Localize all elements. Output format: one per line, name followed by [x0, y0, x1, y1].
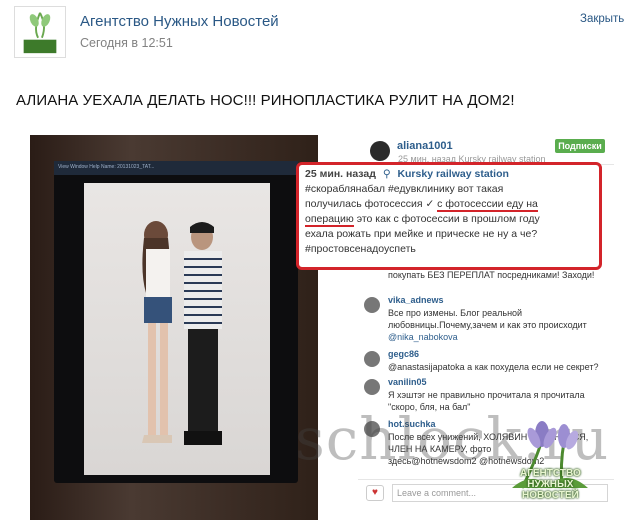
comment-line: любовницы.Почему,зачем и как это происхо… — [388, 320, 587, 330]
subscribe-button[interactable]: Подписки — [555, 139, 605, 153]
caption-meta-row: 25 мин. назад ⚲ Kursky railway station — [305, 167, 593, 182]
caption-line-2a: получилась фотосессия ✓ — [305, 198, 435, 210]
caption-location[interactable]: Kursky railway station — [397, 168, 508, 180]
highlighted-caption: 25 мин. назад ⚲ Kursky railway station #… — [296, 162, 602, 270]
logo-line: НУЖНЫХ — [527, 479, 574, 490]
caption-line-3b: это как с фотосессии в прошлом году — [356, 213, 540, 225]
publisher-logo-icon — [15, 7, 65, 57]
comment-line: Я хэштэг не правильно прочитала я прочит… — [388, 390, 585, 400]
comment-body: покупать БЕЗ ПЕРЕПЛАТ посредниками! Захо… — [388, 270, 595, 280]
publisher-name[interactable]: Агентство Нужных Новостей — [80, 13, 279, 30]
commenter-avatar[interactable] — [364, 297, 380, 313]
photoshoot-image — [84, 183, 270, 475]
caption-line-3: операцию это как с фотосессии в прошлом … — [305, 212, 593, 227]
caption-line-5: #простовсенадоуспеть — [305, 243, 416, 255]
photo-background: View Window Help Name: 20131023_TAT... — [30, 135, 318, 520]
commenter-avatar[interactable] — [364, 379, 380, 395]
caption-line-2b: с фотосессии еду на — [437, 198, 538, 212]
heart-icon[interactable]: ♥ — [366, 485, 384, 501]
commenter-name[interactable]: vanilin05 — [388, 377, 427, 387]
agency-logo-text: АГЕНТСТВО НУЖНЫХ НОВОСТЕЙ — [520, 468, 581, 501]
caption-time: 25 мин. назад — [305, 168, 376, 180]
publisher-avatar[interactable] — [14, 6, 66, 58]
caption-line-2: получилась фотосессия ✓ с фотосессии еду… — [305, 197, 593, 212]
monitor-screen: View Window Help Name: 20131023_TAT... — [54, 161, 298, 483]
caption-line-3a: операцию — [305, 213, 354, 227]
instagram-username[interactable]: aliana1001 — [397, 140, 453, 152]
logo-line: АГЕНТСТВО — [520, 468, 581, 479]
logo-line: НОВОСТЕЙ — [522, 490, 579, 501]
post-header: Агентство Нужных Новостей Сегодня в 12:5… — [0, 0, 633, 72]
post-title: АЛИАНА УЕХАЛА ДЕЛАТЬ НОС!!! РИНОПЛАСТИКА… — [16, 92, 515, 109]
instagram-avatar[interactable] — [370, 141, 390, 161]
comment-body: @anastasijapatoka а как похудела если не… — [388, 362, 599, 372]
caption-line-4: ехала рожать при мейке и прическе не ну … — [305, 228, 538, 240]
close-button[interactable]: Закрыть — [580, 13, 624, 25]
commenter-name[interactable]: vika_adnews — [388, 295, 444, 305]
comment-line: Все про измены. Блог реальной — [388, 308, 523, 318]
location-pin-icon: ⚲ — [382, 168, 391, 180]
comment-mention-link[interactable]: @nika_nabokova — [388, 331, 587, 343]
instagram-header: aliana1001 25 мин. назад Kursky railway … — [318, 135, 614, 165]
caption-line-1: #скораблянабал #едувклинику вот такая — [305, 183, 504, 195]
commenter-name[interactable]: gegc86 — [388, 349, 419, 359]
couple-figure-icon — [142, 221, 222, 445]
comment-body: Все про измены. Блог реальной любовницы.… — [388, 307, 587, 343]
monitor-menu-bar: View Window Help Name: 20131023_TAT... — [54, 161, 298, 175]
post-timestamp[interactable]: Сегодня в 12:51 — [80, 36, 173, 50]
commenter-avatar[interactable] — [364, 351, 380, 367]
